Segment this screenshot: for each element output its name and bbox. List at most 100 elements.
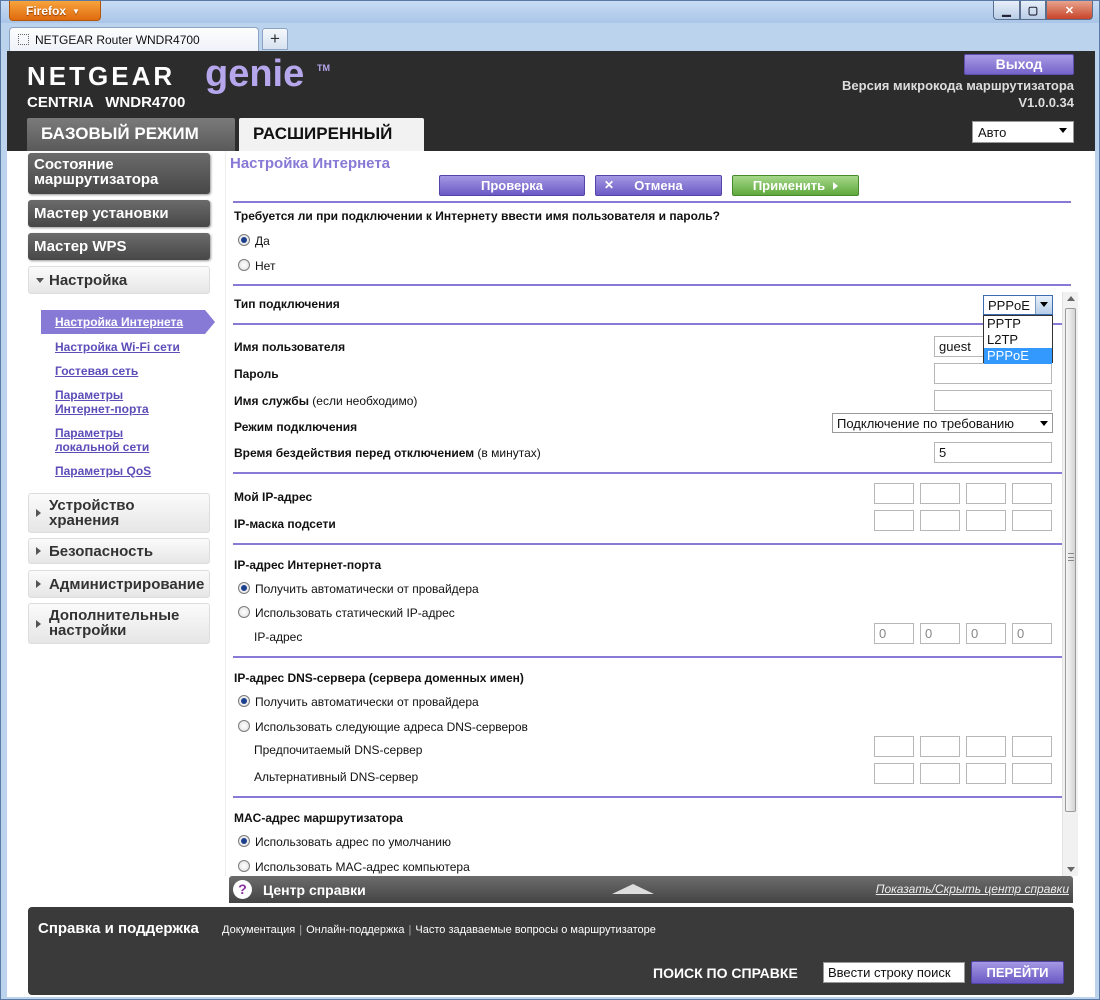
- sidebar-item-setup[interactable]: Настройка: [28, 266, 210, 294]
- divider: [233, 284, 1071, 286]
- mac-default-radio[interactable]: [238, 835, 250, 847]
- wan-ip-octet-2[interactable]: [920, 623, 960, 644]
- password-input[interactable]: [934, 363, 1052, 384]
- firmware-version: V1.0.0.34: [1018, 95, 1074, 110]
- sidebar-subitem-wifi-setup[interactable]: Настройка Wi-Fi сети: [55, 340, 215, 354]
- help-search-input[interactable]: [823, 962, 965, 983]
- sidebar-subitem-lan-setup[interactable]: Параметры локальной сети: [55, 426, 155, 454]
- dns-auto-radio[interactable]: [238, 695, 250, 707]
- my-ip-octet-1[interactable]: [874, 483, 914, 504]
- connection-mode-value: Подключение по требованию: [837, 416, 1015, 431]
- genie-logo: genie: [205, 53, 305, 95]
- browser-tab[interactable]: NETGEAR Router WNDR4700: [9, 27, 259, 51]
- dropdown-option-pppoe[interactable]: PPPoE: [984, 348, 1052, 364]
- login-no-radio[interactable]: [238, 259, 250, 271]
- browser-window: Firefox ▼ ▁ ▢ ✕ NETGEAR Router WNDR4700 +…: [0, 0, 1100, 1000]
- dns-secondary-octet-3[interactable]: [966, 763, 1006, 784]
- dns-primary-octet-3[interactable]: [966, 736, 1006, 757]
- close-icon: ✕: [1064, 4, 1075, 17]
- dropdown-option-l2tp[interactable]: L2TP: [984, 332, 1052, 348]
- close-window-button[interactable]: ✕: [1046, 1, 1093, 20]
- login-question: Требуется ли при подключении к Интернету…: [234, 209, 720, 223]
- wan-ip-octet-4[interactable]: [1012, 623, 1052, 644]
- dns-manual-radio[interactable]: [238, 720, 250, 732]
- toggle-help-link[interactable]: Показать/Скрыть центр справки: [876, 882, 1069, 896]
- scroll-up-icon[interactable]: [1067, 296, 1075, 301]
- test-button[interactable]: Проверка: [439, 175, 585, 196]
- dns-primary-octet-2[interactable]: [920, 736, 960, 757]
- wan-ip-static-radio[interactable]: [238, 606, 250, 618]
- chevron-right-icon: [36, 580, 41, 588]
- wan-ip-octet-3[interactable]: [966, 623, 1006, 644]
- dns-auto-label: Получить автоматически от провайдера: [255, 695, 479, 709]
- sidebar-subitem-qos-setup[interactable]: Параметры QoS: [55, 464, 215, 478]
- subnet-octet-4[interactable]: [1012, 510, 1052, 531]
- dns-secondary-octet-2[interactable]: [920, 763, 960, 784]
- idle-timeout-input[interactable]: [934, 442, 1052, 463]
- subnet-octet-2[interactable]: [920, 510, 960, 531]
- mac-computer-radio[interactable]: [238, 860, 250, 872]
- maximize-button[interactable]: ▢: [1020, 1, 1046, 20]
- sidebar-item-storage[interactable]: Устройство хранения: [28, 493, 210, 533]
- tab-basic-mode[interactable]: БАЗОВЫЙ РЕЖИМ: [27, 118, 235, 151]
- connection-type-select[interactable]: PPPoE: [983, 295, 1053, 315]
- chevron-down-icon: [1059, 128, 1067, 133]
- my-ip-octet-4[interactable]: [1012, 483, 1052, 504]
- chevron-right-icon: [36, 619, 41, 628]
- subnet-octet-1[interactable]: [874, 510, 914, 531]
- router-page: NETGEAR genie TM CENTRIA WNDR4700 Выход …: [7, 51, 1095, 997]
- language-select[interactable]: Авто: [972, 121, 1074, 143]
- apply-button[interactable]: Применить: [732, 175, 859, 196]
- wan-ip-auto-radio[interactable]: [238, 582, 250, 594]
- dropdown-option-pptp[interactable]: PPTP: [984, 316, 1052, 332]
- tab-advanced-mode[interactable]: РАСШИРЕННЫЙ: [239, 118, 424, 151]
- subnet-octet-3[interactable]: [966, 510, 1006, 531]
- language-value: Авто: [978, 125, 1007, 140]
- login-yes-radio[interactable]: [238, 234, 250, 246]
- new-tab-button[interactable]: +: [262, 28, 288, 50]
- sidebar-item-wps-wizard[interactable]: Мастер WPS: [28, 233, 210, 260]
- mac-computer-label: Использовать MAC-адрес компьютера: [255, 860, 470, 874]
- documentation-link[interactable]: Документация: [222, 924, 295, 936]
- connection-mode-select[interactable]: Подключение по требованию: [832, 413, 1053, 433]
- sidebar-item-label: Администрирование: [49, 576, 205, 593]
- sidebar-item-security[interactable]: Безопасность: [28, 538, 210, 564]
- minimize-button[interactable]: ▁: [993, 1, 1020, 20]
- scroll-down-icon[interactable]: [1067, 867, 1075, 872]
- support-title: Справка и поддержка: [38, 920, 199, 937]
- cancel-button[interactable]: ✕ Отмена: [595, 175, 722, 196]
- sidebar: Состояние маршрутизатора Мастер установк…: [7, 151, 225, 903]
- dns-primary-octet-1[interactable]: [874, 736, 914, 757]
- firefox-menu-button[interactable]: Firefox ▼: [9, 1, 101, 21]
- wan-ip-octet-1[interactable]: [874, 623, 914, 644]
- sidebar-item-advanced-settings[interactable]: Дополнительные настройки: [28, 603, 210, 644]
- apply-label: Применить: [752, 178, 826, 193]
- service-name-input[interactable]: [934, 390, 1052, 411]
- sidebar-subitem-internet-setup[interactable]: Настройка Интернета: [41, 310, 215, 334]
- page-icon: [18, 34, 29, 45]
- sidebar-item-administration[interactable]: Администрирование: [28, 570, 210, 598]
- dns-secondary-octet-4[interactable]: [1012, 763, 1052, 784]
- online-support-link[interactable]: Онлайн-поддержка: [306, 924, 404, 936]
- dns-primary-label: Предпочитаемый DNS-сервер: [254, 743, 423, 757]
- dns-primary-octet-4[interactable]: [1012, 736, 1052, 757]
- faq-link[interactable]: Часто задаваемые вопросы о маршрутизатор…: [415, 924, 656, 936]
- sidebar-item-router-status[interactable]: Состояние маршрутизатора: [28, 153, 210, 194]
- vertical-scrollbar[interactable]: [1062, 292, 1078, 876]
- title-bar: Firefox ▼ ▁ ▢ ✕: [1, 1, 1099, 23]
- chevron-up-icon[interactable]: [612, 884, 654, 894]
- ip-address-label: IP-адрес: [254, 630, 303, 644]
- my-ip-octet-2[interactable]: [920, 483, 960, 504]
- sidebar-subitem-guest-network[interactable]: Гостевая сеть: [55, 364, 215, 378]
- logout-button[interactable]: Выход: [964, 54, 1074, 75]
- my-ip-octet-3[interactable]: [966, 483, 1006, 504]
- dropdown-button[interactable]: [1035, 296, 1052, 314]
- settings-form: Требуется ли при подключении к Интернету…: [226, 199, 1078, 874]
- sidebar-item-setup-wizard[interactable]: Мастер установки: [28, 200, 210, 227]
- dns-secondary-octet-1[interactable]: [874, 763, 914, 784]
- divider: [233, 656, 1071, 658]
- help-search-go-button[interactable]: ПЕРЕЙТИ: [971, 961, 1064, 984]
- username-label: Имя пользователя: [234, 340, 346, 354]
- scrollbar-thumb[interactable]: [1065, 308, 1076, 812]
- sidebar-subitem-wan-setup[interactable]: Параметры Интернет-порта: [55, 388, 155, 416]
